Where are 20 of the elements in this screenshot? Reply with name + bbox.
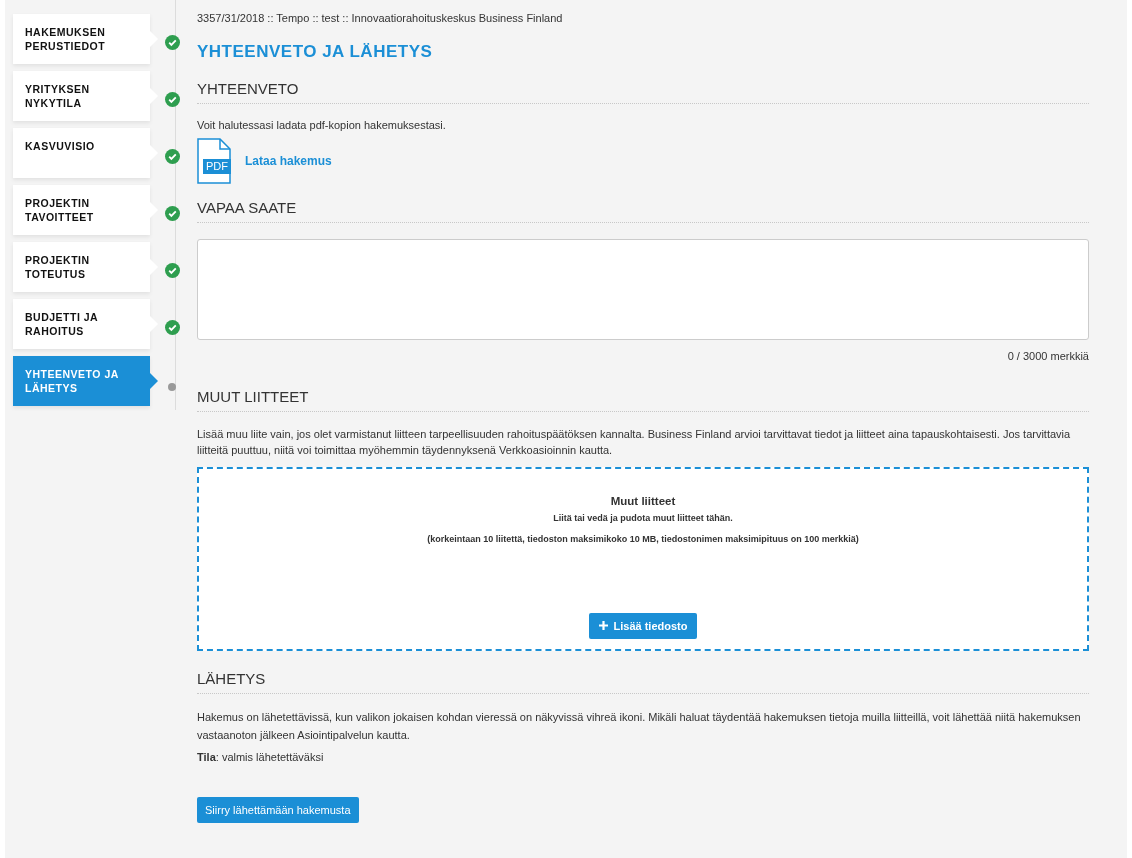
sending-text: Hakemus on lähetettävissä, kun valikon jokaisen kohdan vieressä on näkyvissä vihreä ikoni. Mikäli haluat täydentää hakemuksen tietoja muilla liitteillä, voit lähettää niitä hakemuksen vastaanoton jälkeen Asiointipalvelun kautta. xyxy=(197,709,1082,743)
drop-zone-hint: Liitä tai vedä ja pudota muut liitteet tähän. xyxy=(553,511,733,525)
summary-text: Voit halutessasi ladata pdf-kopion hakemuksestasi. xyxy=(197,118,447,132)
plus-icon xyxy=(598,621,608,631)
drop-zone-title: Muut liitteet xyxy=(610,493,676,509)
drop-zone-limits: (korkeintaan 10 liitettä, tiedoston maksimikoko 10 MB, tiedostonimen maksimipituus on 100 merkkiä) xyxy=(427,533,859,547)
attachments-text: Lisää muu liite vain, jos olet varmistanut liitteen tarpeellisuuden rahoituspäätöksen kannalta. Business Finland arvioi tarvittavat tiedot ja liitteet aina tapauskohtaisesti. Jos tarvittavia liitteitä puuttuu, niitä voi toimittaa myöhemmin täydennyksenä Verkkoasioinnin kautta. xyxy=(197,426,1072,458)
add-file-button[interactable]: Lisää tiedosto xyxy=(588,612,698,639)
submit-button[interactable]: Siirry lähettämään hakemusta xyxy=(197,797,359,823)
section-heading: VAPAA SAATE xyxy=(197,198,298,218)
drop-zone[interactable]: Muut liitteet Liitä tai vedä ja pudota muut liitteet tähän. (korkeintaan 10 liitettä, tiedoston maksimikoko 10 MB, tiedostonimen maksimipituus on 100 merkkiä) Lisää tiedosto xyxy=(197,466,1089,651)
section-heading: YHTEENVETO xyxy=(197,79,300,99)
pdf-label: PDF xyxy=(203,159,231,174)
section-heading: LÄHETYS xyxy=(197,668,267,689)
cover-letter-field[interactable] xyxy=(197,239,1089,340)
status-text: Tila: valmis lähetettäväksi xyxy=(197,749,325,765)
section-heading: MUUT LIITTEET xyxy=(197,386,310,407)
page-title: YHTEENVETO JA LÄHETYS xyxy=(197,41,434,63)
character-counter: 0 / 3000 merkkiä xyxy=(1006,349,1089,364)
breadcrumb: 3357/31/2018 :: Tempo :: test :: Innovaatiorahoituskeskus Business Finland xyxy=(197,11,564,25)
